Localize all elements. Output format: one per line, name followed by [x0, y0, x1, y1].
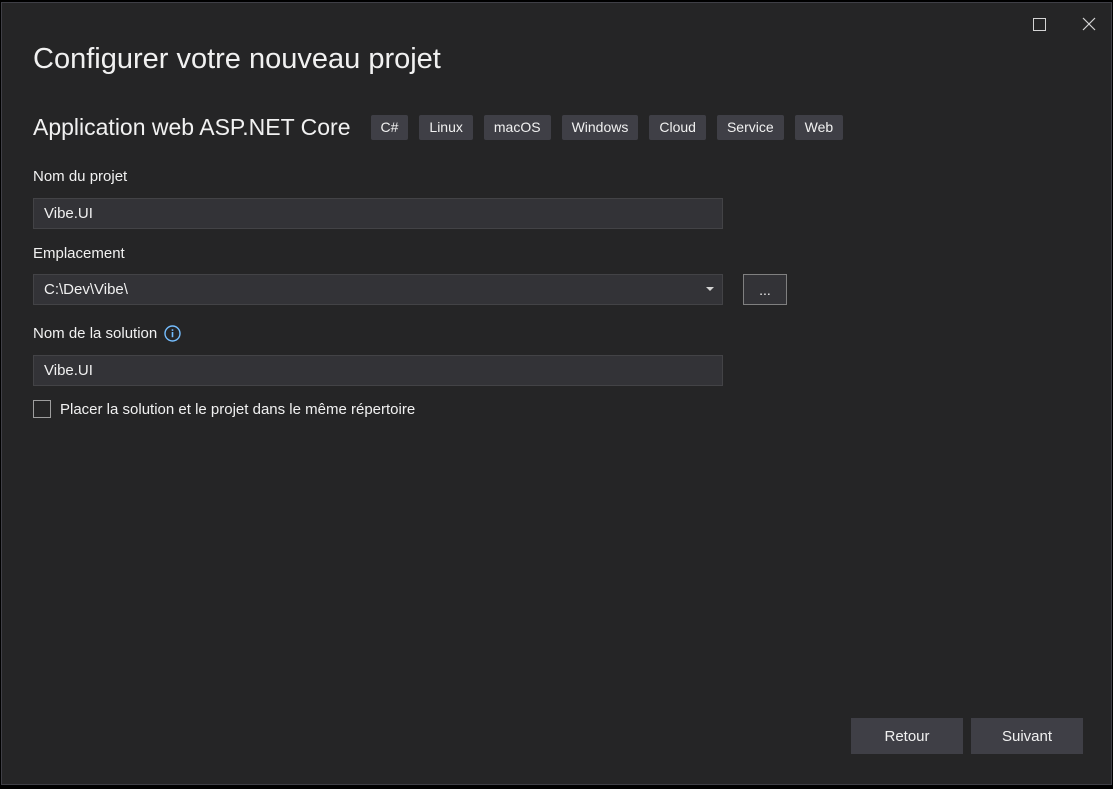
location-value: C:\Dev\Vibe\: [44, 281, 128, 298]
same-directory-checkbox[interactable]: [33, 400, 51, 418]
location-combobox[interactable]: C:\Dev\Vibe\: [33, 274, 723, 305]
tag-cloud: Cloud: [649, 114, 706, 140]
browse-button[interactable]: ...: [743, 274, 787, 305]
solution-name-value: Vibe.UI: [44, 362, 93, 379]
solution-name-label-row: Nom de la solution: [33, 325, 181, 342]
solution-name-input[interactable]: Vibe.UI: [33, 355, 723, 386]
dialog-window: Configurer votre nouveau projet Applicat…: [1, 2, 1112, 785]
tag-linux: Linux: [419, 114, 473, 140]
tag-macos: macOS: [483, 114, 551, 140]
project-name-value: Vibe.UI: [44, 205, 93, 222]
same-directory-label[interactable]: Placer la solution et le projet dans le …: [60, 401, 415, 418]
close-button[interactable]: [1075, 11, 1103, 37]
solution-name-label: Nom de la solution: [33, 325, 158, 342]
project-name-input[interactable]: Vibe.UI: [33, 198, 723, 229]
tag-csharp: C#: [370, 114, 409, 140]
close-icon: [1082, 17, 1096, 31]
maximize-button[interactable]: [1025, 11, 1053, 37]
back-button[interactable]: Retour: [851, 718, 963, 754]
template-name: Application web ASP.NET Core: [33, 113, 351, 140]
tag-web: Web: [794, 114, 844, 140]
location-label: Emplacement: [33, 245, 125, 262]
maximize-icon: [1032, 17, 1046, 31]
page-title: Configurer votre nouveau projet: [33, 43, 441, 75]
same-directory-option[interactable]: Placer la solution et le projet dans le …: [33, 400, 415, 418]
next-button[interactable]: Suivant: [971, 718, 1083, 754]
tag-service: Service: [716, 114, 784, 140]
info-icon[interactable]: [164, 325, 181, 342]
tag-windows: Windows: [561, 114, 639, 140]
project-name-label: Nom du projet: [33, 168, 128, 185]
chevron-down-icon[interactable]: [702, 275, 718, 304]
template-header: Application web ASP.NET Core C# Linux ma…: [33, 112, 854, 142]
